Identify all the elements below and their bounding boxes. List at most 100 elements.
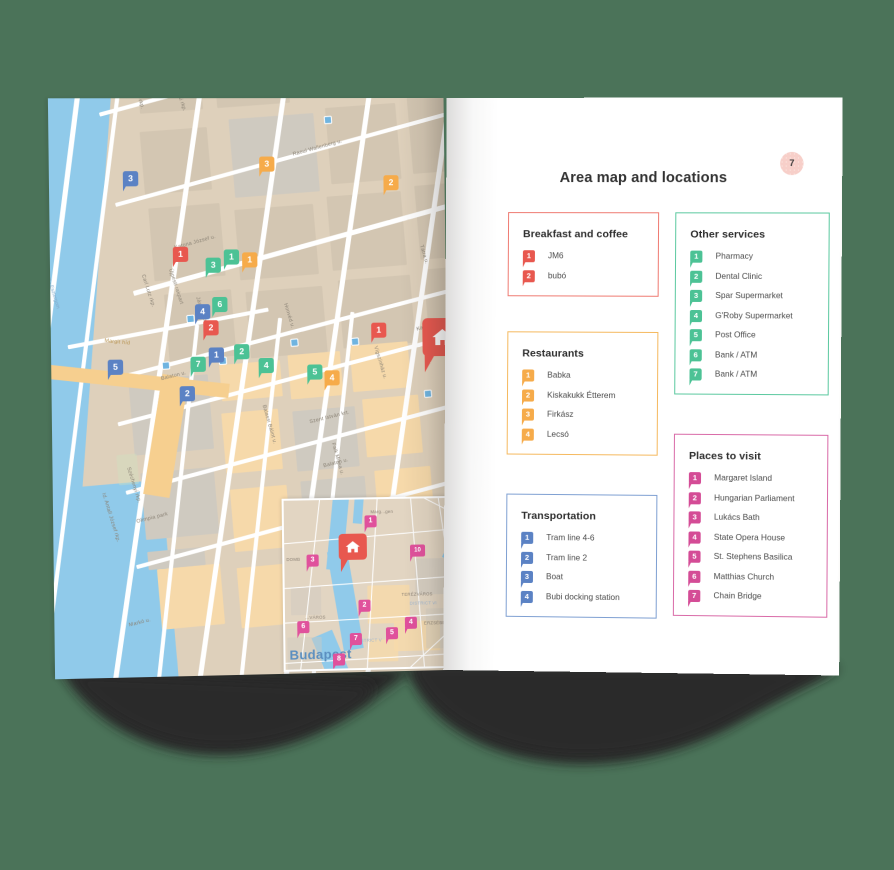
legend-item[interactable]: 4 Lecsó [521,428,643,441]
category-other-services: Other services 1 Pharmacy 2 Dental Clinic 3 Sp… [674,212,830,396]
legend-item[interactable]: 1 Tram line 4-6 [521,531,642,545]
legend-item[interactable]: 6 Bank / ATM [689,348,814,362]
legend-item[interactable]: 5 St. Stephens Basilica [688,550,812,564]
map-pin[interactable]: 4 [258,357,274,374]
legend-item-label: JM6 [547,251,564,261]
legend-item-label: Hungarian Parliament [714,492,795,503]
legend-marker-icon: 4 [521,428,534,441]
legend-item[interactable]: 2 Tram line 2 [521,551,642,564]
inset-label: DOMB [286,556,301,563]
inset-map-pin[interactable]: 1 [364,515,377,528]
map-pin[interactable]: 1 [172,246,189,262]
legend-marker-icon: 4 [688,530,701,544]
map-pin[interactable]: 2 [234,344,250,360]
legend-item[interactable]: 3 Firkász [521,408,643,422]
legend-item[interactable]: 4 State Opera House [688,530,812,544]
inset-home-icon [338,533,368,561]
legend-marker-icon: 5 [689,329,702,342]
legend-item[interactable]: 3 Lukács Bath [688,511,813,524]
legend-item[interactable]: 1 JM6 [522,250,644,263]
inset-map-pin[interactable]: 2 [358,599,371,612]
legend-item-label: Firkász [547,409,574,419]
right-page-legend: 7 Area map and locations Breakfast and c… [443,97,843,676]
legend-item[interactable]: 2 bubó [522,269,644,282]
map-pin[interactable]: 1 [208,347,225,363]
legend-marker-icon: 3 [688,511,701,524]
inset-map-pin[interactable]: 5 [385,627,399,640]
legend-item-label: Babka [547,370,571,380]
map-pin[interactable]: 2 [383,175,399,191]
legend-marker-icon: 6 [689,348,702,361]
legend-item[interactable]: 2 Kiskakukk Étterem [522,388,643,402]
legend-item-label: Bank / ATM [714,369,758,379]
map-pin[interactable]: 3 [122,171,139,187]
legend-marker-icon: 2 [522,269,535,282]
map-pin[interactable]: 2 [179,386,196,402]
category-title: Breakfast and coffee [522,228,629,241]
legend-item-label: St. Stephens Basilica [713,551,793,562]
legend-item-label: Lecsó [546,429,569,439]
inset-label: Marg...gen [370,508,394,515]
map-pin[interactable]: 2 [203,320,219,336]
legend-item[interactable]: 2 Dental Clinic [690,270,814,283]
legend-item-label: Margaret Island [714,473,773,483]
inset-map-pin[interactable]: 6 [297,620,310,634]
legend-item-label: Lukács Bath [713,512,760,523]
legend-item-label: Chain Bridge [713,591,762,601]
transport-badge [161,361,171,370]
map-pin[interactable]: 5 [307,364,323,380]
legend-item[interactable]: 7 Bank / ATM [689,368,813,381]
legend-marker-icon: 5 [688,550,701,563]
legend-item[interactable]: 5 Post Office [689,329,814,342]
legend-item-label: G'Roby Supermarket [715,310,793,320]
screenshot-root: Carl Lutz rkp. Újpesti rkp. Katona Józse… [0,0,894,870]
map-pin[interactable]: 3 [205,257,221,273]
map-pin[interactable]: 1 [223,249,240,265]
legend-item[interactable]: 2 Hungarian Parliament [688,491,813,505]
legend-item[interactable]: 3 Spar Supermarket [689,289,814,303]
legend-marker-icon: 1 [522,250,535,263]
map-pin[interactable]: 1 [371,322,387,338]
legend-item[interactable]: 6 Matthias Church [688,570,812,584]
area-map[interactable]: Carl Lutz rkp. Újpesti rkp. Katona Józse… [47,97,451,680]
legend-item[interactable]: 1 Pharmacy [690,250,814,263]
transport-badge [323,115,333,125]
legend-item[interactable]: 4 Bubi docking station [520,590,642,603]
legend-item-label: Bubi docking station [545,591,620,602]
map-pin[interactable]: 4 [194,304,211,320]
legend-item-label: Boat [546,572,563,582]
map-pin[interactable]: 6 [212,296,228,313]
legend-item[interactable]: 1 Babka [522,369,643,382]
category-title: Places to visit [688,449,761,463]
category-transportation: Transportation 1 Tram line 4-6 2 Tram line 2… [505,493,658,619]
inset-map-pin[interactable]: 8 [332,653,346,666]
map-pin[interactable]: 3 [259,156,275,172]
inset-map-pin[interactable]: 3 [306,554,319,567]
legend-item-label: Post Office [715,330,756,340]
legend-marker-icon: 2 [690,270,703,283]
legend-item-label: Kiskakukk Étterem [547,390,616,400]
legend-item-label: Dental Clinic [715,271,763,281]
legend-item[interactable]: 3 Boat [520,570,642,584]
map-pin[interactable]: 1 [242,252,258,268]
open-book: Carl Lutz rkp. Újpesti rkp. Katona Józse… [47,97,843,680]
legend-item-label: Bank / ATM [714,349,758,360]
legend-item-label: Tram line 2 [546,552,588,563]
legend-item[interactable]: 1 Margaret Island [688,472,813,485]
legend-item[interactable]: 7 Chain Bridge [688,589,812,604]
legend-marker-icon: 2 [522,388,535,402]
gutter-shading-right [443,97,499,671]
legend-marker-icon: 1 [521,531,534,544]
transport-badge [350,337,360,346]
inset-map-pin[interactable]: 7 [349,632,363,646]
map-pin[interactable]: 4 [324,370,340,386]
legend-marker-icon: 7 [689,368,702,381]
map-pin[interactable]: 7 [190,356,206,372]
legend-marker-icon: 2 [688,491,701,504]
legend-item[interactable]: 4 G'Roby Supermarket [689,309,814,322]
legend-item-label: Spar Supermarket [715,290,783,301]
inset-label: ...VÁROS [305,614,326,621]
legend-marker-icon: 1 [690,250,703,263]
map-pin[interactable]: 5 [107,359,124,375]
legend-marker-icon: 3 [521,408,535,421]
